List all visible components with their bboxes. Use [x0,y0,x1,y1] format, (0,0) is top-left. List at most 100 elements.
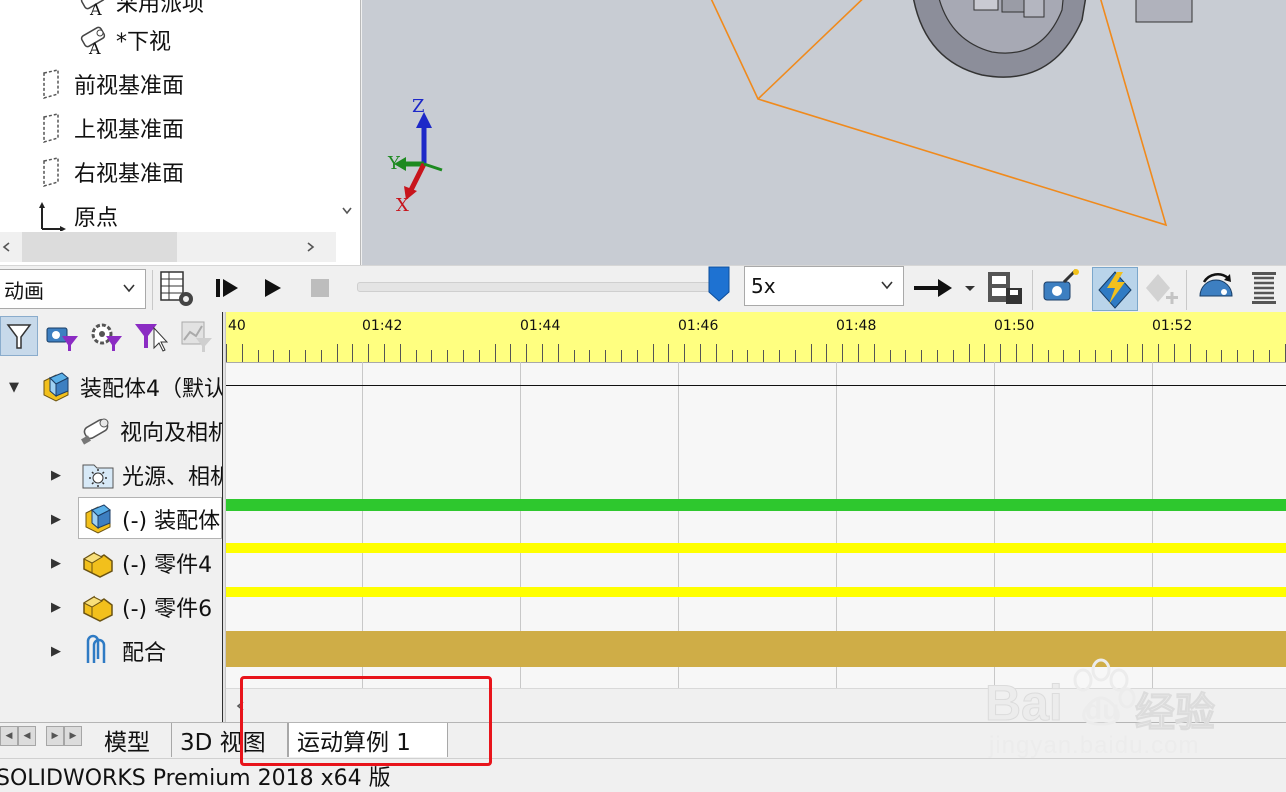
tab-next-button[interactable]: ▶ [46,726,64,746]
autokey-button[interactable] [1092,267,1138,311]
tree-item-front-plane[interactable]: 前视基准面 [36,64,184,104]
scroll-left-icon[interactable] [0,240,12,254]
tree-item-label: 前视基准面 [74,74,185,99]
tree-item-origin[interactable]: 原点 [36,196,118,236]
calculator-gear-icon [160,271,193,306]
filter-animated-button[interactable] [42,316,82,356]
ruler-tick [811,344,812,362]
motion-tree-assembly[interactable]: ▼ 装配体4（默认 [0,367,226,407]
motion-tree-part6[interactable]: ▶ (-) 零件6 [0,587,212,627]
play-button[interactable] [252,268,292,308]
playback-speed-select[interactable]: 5x [744,266,904,306]
filter-selected-button[interactable] [130,316,170,356]
timeline-bar-subassembly[interactable] [226,499,1286,511]
spring-button[interactable] [1244,268,1284,308]
expand-arrow-icon[interactable]: ▶ [48,511,64,527]
expand-arrow-icon[interactable]: ▶ [48,467,64,483]
ruler-tick [352,344,353,362]
scroll-right-icon[interactable] [305,240,317,254]
tree-item-camera-view[interactable]: A 采用派项 [78,0,204,22]
time-ruler[interactable]: 40 01:42 01:44 01:46 01:48 01:50 01:52 [226,312,1286,363]
tab-model[interactable]: 模型 [96,723,172,757]
ruler-tick [368,344,369,362]
tab-first-button[interactable]: ◀ [0,726,18,746]
camera-icon: A [78,25,108,55]
save-animation-button[interactable] [984,268,1024,308]
ruler-tick [542,344,543,362]
graphics-area[interactable]: Z Y X [362,0,1286,265]
motion-tree-label: (-) 零件4 [122,553,213,578]
ruler-tick [763,350,764,362]
axis-z-label: Z [412,96,425,117]
add-key-button[interactable] [1140,268,1180,308]
motion-filter-bar [0,312,222,360]
motion-tree-part4[interactable]: ▶ (-) 零件4 [0,543,212,583]
ruler-tick [779,350,780,362]
ruler-tick [321,350,322,362]
study-type-value: 动画 [4,278,44,303]
motor-button[interactable] [1196,268,1236,308]
ruler-tick [1079,350,1080,362]
ruler-tick [890,350,891,362]
expand-arrow-icon[interactable]: ▶ [48,555,64,571]
ruler-tick [605,350,606,362]
filter-all-button[interactable] [0,316,38,356]
tab-last-button[interactable]: ▶ [64,726,82,746]
play-icon [265,279,281,297]
toolbar-separator [152,270,153,310]
tree-vertical-scrollbar[interactable] [336,0,358,232]
tree-scroll-thumb[interactable] [22,232,177,262]
mates-icon [80,633,116,669]
collapse-arrow-icon[interactable]: ▼ [6,379,22,395]
chevron-down-icon [881,281,893,290]
autokey-icon [1098,271,1132,309]
spring-icon [1252,272,1276,304]
watermark-brand-du: du [1085,694,1120,725]
ruler-tick [668,344,669,362]
playback-mode-button[interactable] [910,268,956,308]
motion-tree-mates[interactable]: ▶ 配合 [0,631,166,671]
filter-driving-button[interactable] [86,316,126,356]
ruler-tick [1253,350,1254,362]
motion-tree-lights-cameras[interactable]: ▶ 光源、相机 [0,455,232,495]
filter-selected-icon [135,324,168,352]
ruler-label: 01:44 [520,318,561,334]
expand-arrow-icon[interactable]: ▶ [48,643,64,659]
playback-slider-track[interactable] [357,282,721,292]
baidu-watermark: Bai du 经验 jingyan.baidu.com [985,652,1235,764]
tree-item-right-plane[interactable]: 右视基准面 [36,152,184,192]
tree-item-bottom-view[interactable]: A *下视 [78,20,171,60]
ruler-tick [273,350,274,362]
filter-results-icon [181,321,212,352]
scroll-down-icon[interactable] [340,204,354,218]
expand-arrow-icon[interactable]: ▶ [48,599,64,615]
ruler-tick [400,344,401,362]
filter-results-button[interactable] [176,316,216,356]
ruler-tick [1111,350,1112,362]
watermark-brand: Bai [985,675,1064,732]
origin-icon [36,201,66,231]
motion-tree-subassembly[interactable]: ▶ (-) 装配体 [0,499,220,539]
calculate-button[interactable] [156,268,196,308]
ruler-tick [637,350,638,362]
ruler-tick [842,344,843,362]
ruler-tick [305,350,306,362]
part-icon [80,545,116,581]
tree-item-label: *下视 [116,30,172,55]
motion-tree-orientation-camera[interactable]: 视向及相机 [78,411,230,451]
part-icon [80,589,116,625]
stop-button[interactable] [300,268,340,308]
ruler-tick [289,350,290,362]
timeline-bar-part4[interactable] [226,543,1286,553]
ruler-tick [479,350,480,362]
tab-prev-button[interactable]: ◀ [18,726,36,746]
ruler-tick [242,344,243,362]
motion-tree-label: (-) 装配体 [122,509,221,534]
play-from-start-button[interactable] [206,268,246,308]
tree-item-top-plane[interactable]: 上视基准面 [36,108,184,148]
study-type-select[interactable]: 动画 [0,269,146,309]
timeline-bar-part6[interactable] [226,587,1286,597]
playback-mode-dropdown-icon[interactable] [962,280,978,296]
animation-wizard-button[interactable] [1040,268,1080,308]
playback-slider-thumb[interactable] [708,266,730,302]
